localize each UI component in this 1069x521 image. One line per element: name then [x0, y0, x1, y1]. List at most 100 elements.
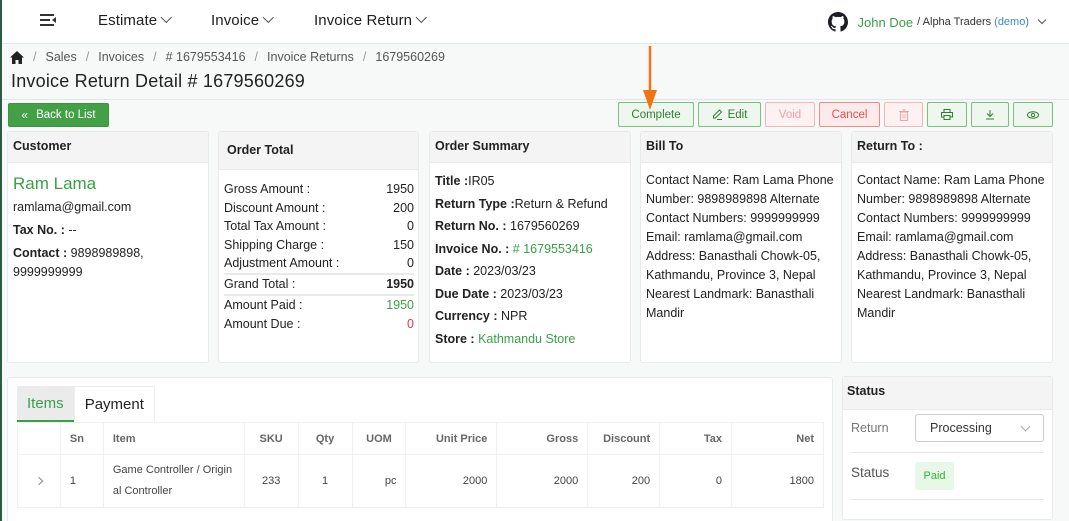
row-value: 0	[407, 316, 414, 331]
breadcrumb-invoice-returns[interactable]: Invoice Returns	[267, 50, 354, 64]
col-discount: Discount	[587, 422, 661, 455]
address-line: Contact Name: Ram Lama Phone	[857, 173, 1045, 187]
row-value: NPR	[497, 309, 528, 323]
table-header-row: Sn Item SKU Qty UOM Unit Price Gross Dis…	[17, 422, 824, 455]
row-label: Return No. :	[435, 219, 507, 233]
cell-net: 1800	[731, 454, 824, 508]
breadcrumb-current: 1679560269	[375, 50, 445, 64]
row-value: Return & Refund	[514, 196, 608, 211]
col-net: Net	[731, 422, 824, 455]
store-link[interactable]: Kathmandu Store	[475, 332, 575, 346]
breadcrumb: / Sales / Invoices / # 1679553416 / Invo…	[10, 50, 445, 64]
row-label: Amount Paid :	[224, 297, 303, 312]
address-line: Nearest Landmark: Banasthali	[646, 287, 815, 301]
row-label: Total Tax Amount :	[224, 219, 326, 234]
summary-currency: Currency : NPR	[435, 305, 625, 328]
print-button[interactable]	[927, 102, 967, 127]
row-value: 200	[393, 200, 414, 215]
invoice-link[interactable]: # 1679553416	[509, 242, 593, 256]
col-unit-price: Unit Price	[405, 422, 498, 455]
items-table: Sn Item SKU Qty UOM Unit Price Gross Dis…	[17, 422, 824, 508]
row-value: 1950	[386, 182, 414, 196]
breadcrumb-invoices[interactable]: Invoices	[98, 50, 144, 64]
customer-contact: Contact : 9898989898, 9999999999	[13, 244, 203, 281]
breadcrumb-separator: /	[85, 50, 90, 64]
return-status-select[interactable]: Processing	[915, 414, 1044, 442]
cell-discount: 200	[587, 454, 661, 508]
expand-row-button[interactable]	[17, 454, 61, 508]
breadcrumb-sales[interactable]: Sales	[45, 50, 76, 64]
breadcrumb-separator: /	[153, 50, 157, 64]
cancel-button[interactable]: Cancel	[819, 102, 880, 127]
page-title: Invoice Return Detail # 1679560269	[11, 71, 306, 91]
user-demo-tag: (demo)	[994, 16, 1029, 28]
menu-toggle-icon[interactable]	[40, 14, 56, 28]
divider	[851, 452, 1044, 453]
return-to-card: Return To : Contact Name: Ram Lama Phone…	[851, 131, 1053, 363]
customer-email: ramlama@gmail.com	[13, 200, 132, 214]
col-qty: Qty	[297, 422, 353, 455]
row-value: 0	[407, 219, 414, 234]
summary-return-no: Return No. : 1679560269	[435, 215, 625, 238]
row-label: Gross Amount :	[224, 182, 311, 196]
address-line: Email: ramlama@gmail.com	[646, 230, 803, 244]
delete-button[interactable]	[884, 102, 923, 127]
tab-items[interactable]: Items	[17, 386, 74, 422]
row-value: 1950	[386, 297, 414, 312]
chevron-down-icon	[415, 11, 428, 24]
row-label: Return Type :	[435, 196, 515, 211]
breadcrumb-separator: /	[33, 50, 37, 64]
address-line: Contact Name: Ram Lama Phone	[646, 173, 834, 187]
home-icon[interactable]	[10, 50, 24, 64]
preview-button[interactable]	[1013, 102, 1053, 127]
item-name-line: Game Controller / Origin	[112, 464, 233, 476]
order-total-heading: Order Total	[219, 132, 418, 170]
nav-menu-label: Estimate	[98, 12, 158, 29]
shipping-charge-row: Shipping Charge : 150	[224, 236, 414, 255]
nav-menu-estimate[interactable]: Estimate	[98, 11, 173, 29]
nav-menu-label: Invoice Return	[314, 12, 413, 29]
row-label: Shipping Charge :	[224, 237, 325, 252]
chevron-down-icon	[262, 11, 275, 24]
download-button[interactable]	[971, 102, 1009, 127]
tax-value: --	[64, 222, 77, 237]
github-icon	[827, 12, 848, 32]
user-menu[interactable]: John Doe / Alpha Traders (demo)	[827, 12, 1047, 32]
chevron-right-icon	[34, 476, 44, 486]
nav-menu-invoice[interactable]: Invoice	[211, 11, 275, 29]
nav-menu-label: Invoice	[211, 12, 260, 29]
address-line: Mandir	[646, 306, 685, 320]
back-to-list-button[interactable]: « Back to List	[8, 103, 109, 127]
bill-to-heading: Bill To	[641, 132, 841, 163]
edit-button[interactable]: Edit	[698, 102, 761, 127]
cell-sku: 233	[243, 454, 299, 508]
row-label: Invoice No. :	[435, 241, 510, 256]
adjustment-amount-row: Adjustment Amount : 0	[224, 254, 414, 273]
row-label: Store :	[435, 331, 475, 346]
order-summary-heading: Order Summary	[430, 132, 630, 163]
cell-qty: 1	[297, 454, 353, 508]
summary-title: Title :IR05	[435, 170, 625, 193]
address-line: Number: 9898989898 Alternate	[646, 192, 820, 206]
col-expand	[17, 422, 61, 455]
order-summary-card: Order Summary Title :IR05 Return Type :R…	[429, 131, 631, 363]
bill-to-card: Bill To Contact Name: Ram Lama Phone Num…	[640, 131, 842, 363]
void-button[interactable]: Void	[765, 102, 815, 127]
summary-due-date: Due Date : 2023/03/23	[435, 283, 625, 306]
address-line: Kathmandu, Province 3, Nepal	[646, 268, 816, 282]
annotation-arrow-icon	[643, 46, 657, 110]
address-line: Nearest Landmark: Banasthali	[857, 287, 1026, 301]
tab-payment[interactable]: Payment	[73, 386, 155, 422]
address-line: Contact Numbers: 9999999999	[857, 211, 1031, 225]
address-line: Address: Banasthali Chowk-05,	[646, 249, 821, 263]
nav-menu-invoice-return[interactable]: Invoice Return	[314, 11, 428, 29]
breadcrumb-invoice-number[interactable]: # 1679553416	[166, 50, 246, 64]
return-to-heading: Return To :	[852, 132, 1052, 163]
top-navbar: Estimate Invoice Invoice Return John Doe…	[2, 0, 1069, 44]
address-line: Number: 9898989898 Alternate	[857, 192, 1031, 206]
row-label: Discount Amount :	[224, 200, 326, 215]
cell-sn: 1	[59, 454, 104, 508]
tax-label: Tax No. :	[13, 222, 65, 237]
summary-date: Date : 2023/03/23	[435, 260, 625, 283]
customer-name[interactable]: Ram Lama	[13, 172, 203, 196]
